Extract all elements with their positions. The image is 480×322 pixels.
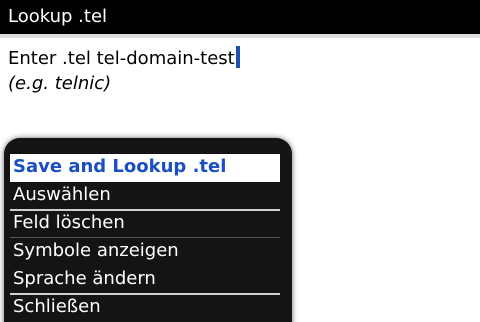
menu-item-auswaehlen[interactable]: Auswählen	[10, 182, 280, 211]
menu-item-schliessen[interactable]: Schließen	[10, 294, 280, 322]
field-hint: (e.g. telnic)	[8, 73, 112, 94]
menu-item-sprache-aendern[interactable]: Sprache ändern	[10, 266, 280, 295]
screen: Lookup .tel Enter .tel tel-domain-test (…	[0, 0, 480, 322]
title-bar: Lookup .tel	[0, 0, 480, 38]
context-menu: Save and Lookup .tel Auswählen Feld lösc…	[4, 138, 292, 322]
window-title: Lookup .tel	[8, 6, 108, 27]
menu-item-symbole-anzeigen[interactable]: Symbole anzeigen	[10, 238, 280, 266]
field-label: Enter .tel	[8, 48, 91, 69]
text-cursor	[235, 46, 240, 68]
tel-lookup-field[interactable]: Enter .tel tel-domain-test	[8, 46, 240, 71]
menu-item-save-and-lookup[interactable]: Save and Lookup .tel	[10, 154, 280, 182]
field-value[interactable]: tel-domain-test	[97, 48, 235, 69]
menu-item-feld-loeschen[interactable]: Feld löschen	[10, 210, 280, 238]
